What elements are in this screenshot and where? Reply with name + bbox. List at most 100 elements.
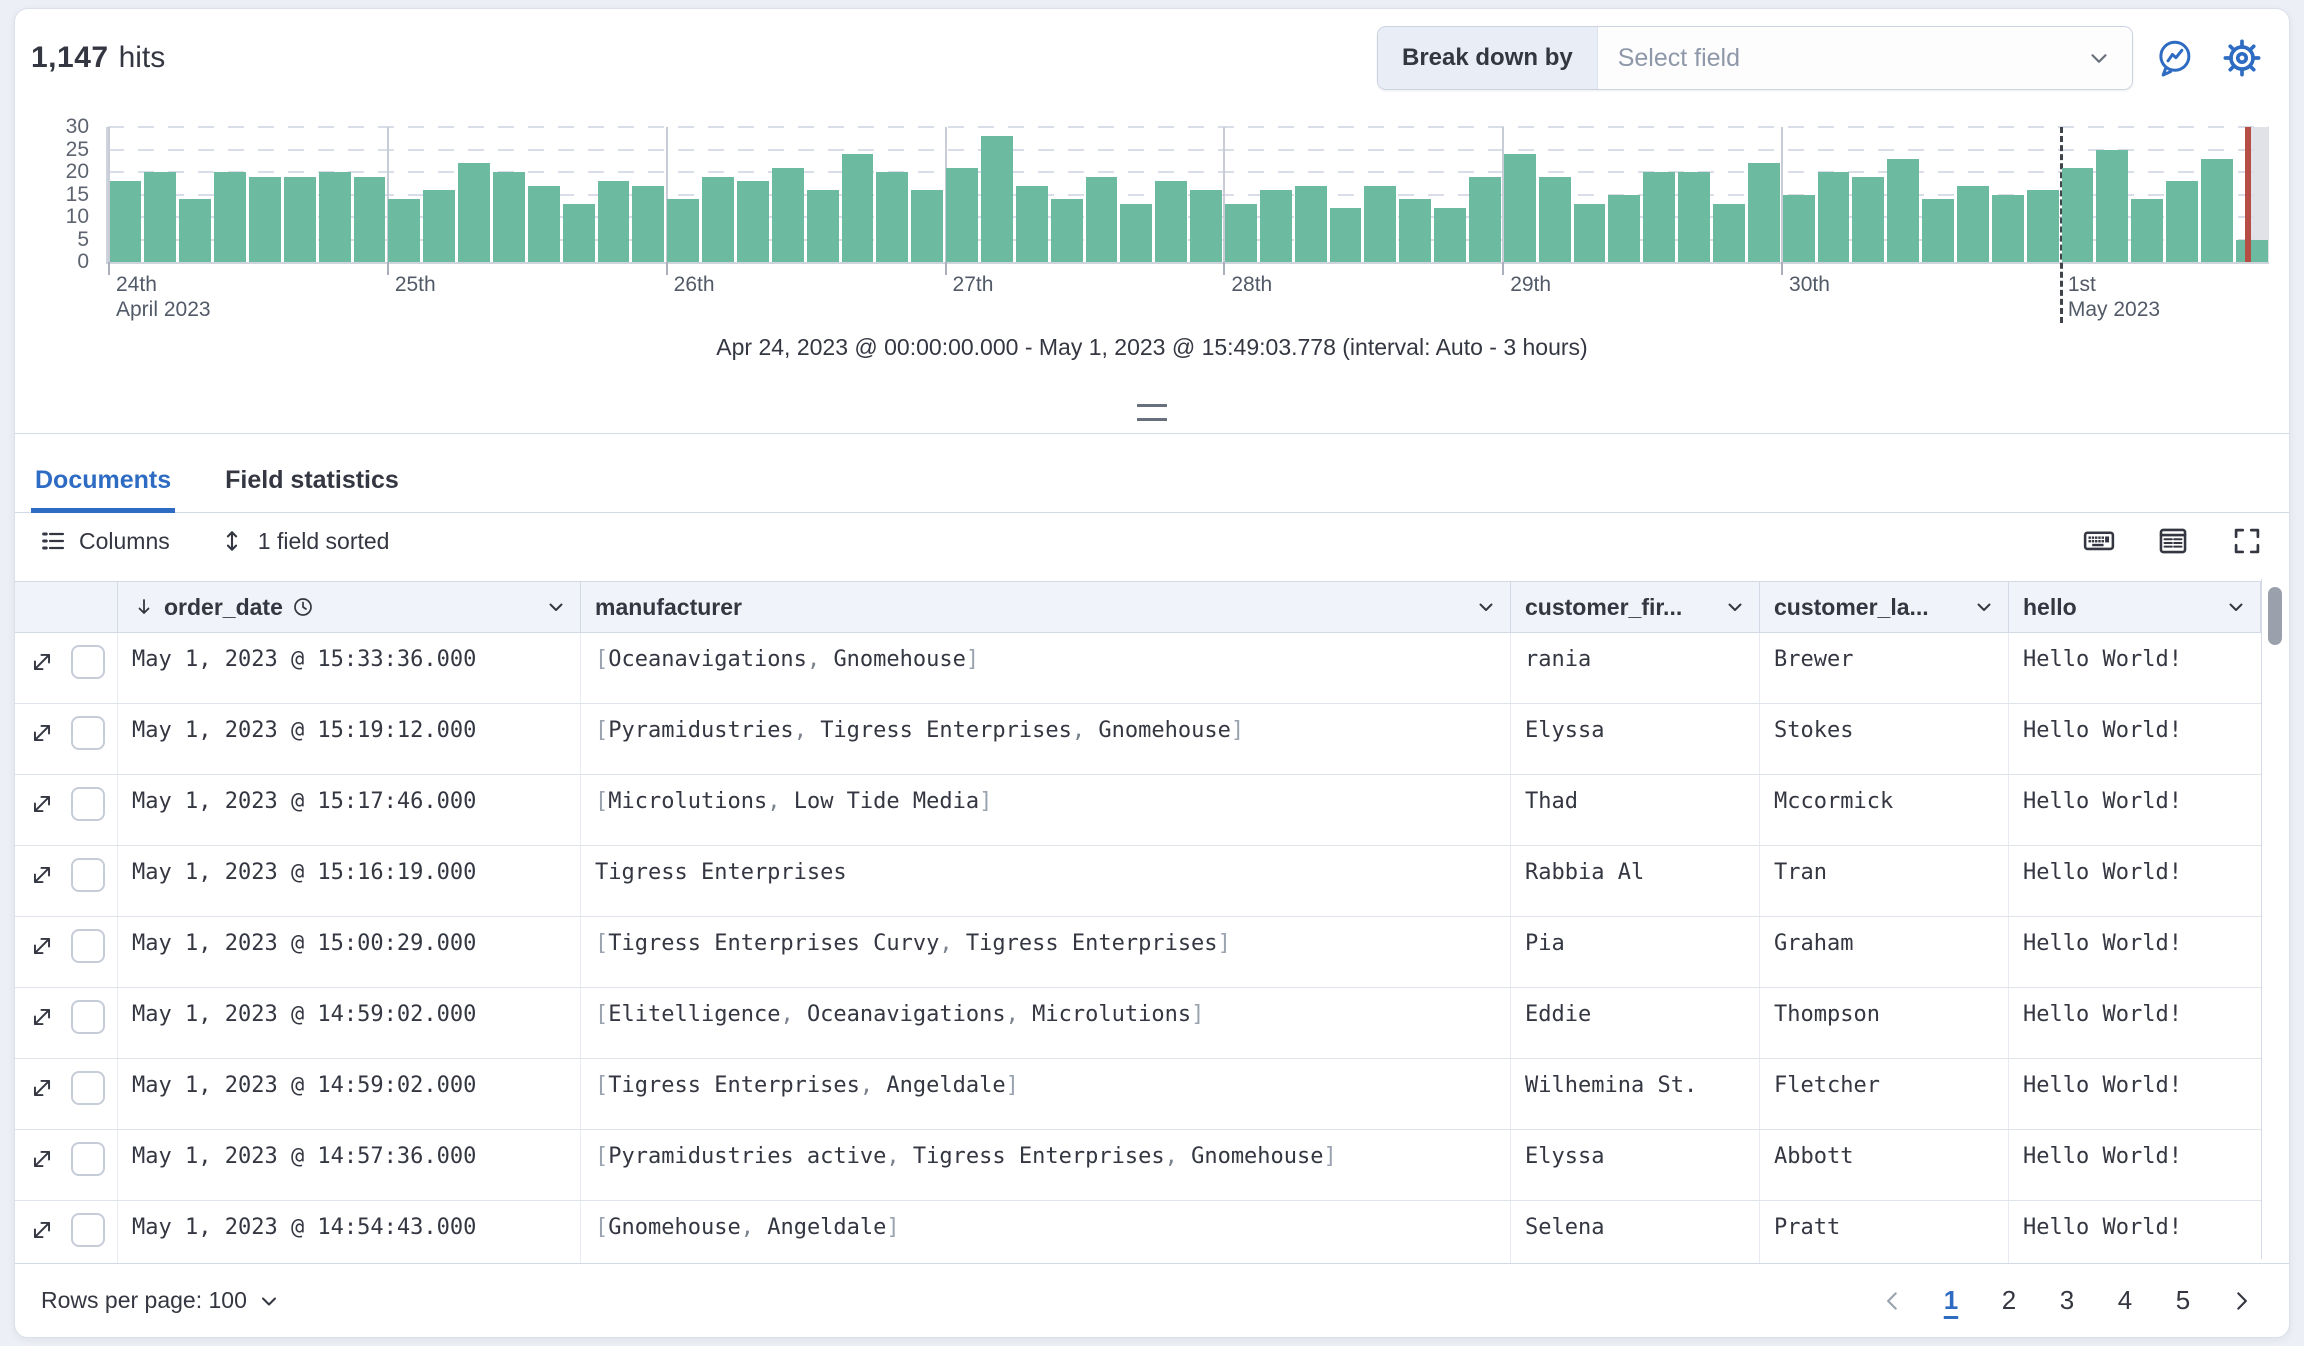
row-checkbox[interactable] bbox=[71, 716, 105, 750]
x-axis-label: 30th bbox=[1789, 272, 1830, 297]
expand-icon bbox=[29, 1217, 55, 1243]
histogram-bar bbox=[2062, 168, 2094, 263]
keyboard-shortcuts-button[interactable] bbox=[2077, 521, 2121, 561]
cell-customer-last: Mccormick bbox=[1760, 775, 2009, 845]
histogram-chart: 24thApril 202325th26th27th28th29th30th1s… bbox=[31, 97, 2269, 322]
column-header-customer_first[interactable]: customer_fir... bbox=[1511, 582, 1760, 632]
cell-manufacturer: [Oceanavigations, Gnomehouse] bbox=[581, 633, 1511, 703]
page-button-4[interactable]: 4 bbox=[2103, 1279, 2147, 1323]
fullscreen-button[interactable] bbox=[2225, 521, 2269, 561]
histogram-bar bbox=[632, 186, 664, 263]
cell-customer-first: Thad bbox=[1511, 775, 1760, 845]
expand-document-button[interactable] bbox=[29, 933, 55, 962]
chevron-right-icon bbox=[2228, 1288, 2254, 1314]
grid-toolbar: Columns 1 field sorted bbox=[15, 513, 2289, 569]
chevron-down-icon bbox=[1972, 595, 1996, 619]
histogram-bar bbox=[876, 172, 908, 262]
page-button-5[interactable]: 5 bbox=[2161, 1279, 2205, 1323]
histogram-bar bbox=[2096, 150, 2128, 263]
chevron-down-icon bbox=[257, 1289, 281, 1313]
histogram-bar bbox=[1643, 172, 1675, 262]
histogram-bar bbox=[1260, 190, 1292, 262]
rows-per-page-button[interactable]: Rows per page: 100 bbox=[41, 1287, 281, 1314]
cell-manufacturer: [Elitelligence, Oceanavigations, Microlu… bbox=[581, 988, 1511, 1058]
table-row: May 1, 2023 @ 14:59:02.000[Tigress Enter… bbox=[15, 1059, 2289, 1130]
hits-count: 1,147hits bbox=[31, 41, 165, 75]
column-header-customer_last[interactable]: customer_la... bbox=[1760, 582, 2009, 632]
histogram-bar bbox=[1957, 186, 1989, 263]
row-checkbox[interactable] bbox=[71, 1000, 105, 1034]
previous-page-button[interactable] bbox=[1871, 1279, 1915, 1323]
row-controls-cell bbox=[15, 846, 118, 916]
histogram-bar bbox=[1051, 199, 1083, 262]
expand-document-button[interactable] bbox=[29, 1217, 55, 1246]
sort-fields-button[interactable]: 1 field sorted bbox=[218, 527, 390, 555]
chevron-down-icon bbox=[1723, 595, 1747, 619]
histogram-plot[interactable]: 24thApril 202325th26th27th28th29th30th1s… bbox=[106, 127, 2269, 264]
breakdown-label: Break down by bbox=[1378, 27, 1598, 89]
histogram-bar bbox=[946, 168, 978, 263]
breakdown-select[interactable]: Select field bbox=[1598, 27, 2132, 89]
histogram-bar bbox=[1678, 172, 1710, 262]
histogram-bar bbox=[1783, 195, 1815, 263]
cell-manufacturer: [Microlutions, Low Tide Media] bbox=[581, 775, 1511, 845]
row-checkbox[interactable] bbox=[71, 645, 105, 679]
row-checkbox[interactable] bbox=[71, 858, 105, 892]
column-header-order_date[interactable]: order_date bbox=[118, 582, 581, 632]
histogram-bar bbox=[1330, 208, 1362, 262]
cell-hello: Hello World! bbox=[2009, 1130, 2261, 1200]
column-label: hello bbox=[2023, 594, 2077, 621]
sort-updown-icon bbox=[218, 527, 246, 555]
expand-document-button[interactable] bbox=[29, 649, 55, 678]
row-checkbox[interactable] bbox=[71, 1213, 105, 1247]
expand-document-button[interactable] bbox=[29, 791, 55, 820]
histogram-bar bbox=[1504, 154, 1536, 262]
current-time-marker bbox=[2245, 127, 2251, 262]
page-button-3[interactable]: 3 bbox=[2045, 1279, 2089, 1323]
expand-document-button[interactable] bbox=[29, 1146, 55, 1175]
cell-manufacturer: [Pyramidustries active, Tigress Enterpri… bbox=[581, 1130, 1511, 1200]
tab-documents[interactable]: Documents bbox=[31, 448, 175, 512]
row-controls-cell bbox=[15, 917, 118, 987]
panel-resize-handle[interactable] bbox=[1137, 404, 1167, 421]
table-row: May 1, 2023 @ 14:54:43.000[Gnomehouse, A… bbox=[15, 1201, 2289, 1272]
histogram-bar bbox=[1364, 186, 1396, 263]
expand-document-button[interactable] bbox=[29, 1075, 55, 1104]
row-checkbox[interactable] bbox=[71, 1071, 105, 1105]
histogram-bar bbox=[2236, 240, 2268, 263]
row-checkbox[interactable] bbox=[71, 929, 105, 963]
hits-label: hits bbox=[119, 41, 166, 74]
y-axis-label: 15 bbox=[31, 182, 89, 208]
chart-options-button[interactable] bbox=[2215, 31, 2269, 85]
edit-visualization-button[interactable] bbox=[2147, 31, 2201, 85]
row-controls-cell bbox=[15, 1130, 118, 1200]
tab-field-statistics[interactable]: Field statistics bbox=[221, 448, 403, 512]
next-page-button[interactable] bbox=[2219, 1279, 2263, 1323]
display-options-button[interactable] bbox=[2151, 521, 2195, 561]
row-controls-cell bbox=[15, 633, 118, 703]
cell-hello: Hello World! bbox=[2009, 775, 2261, 845]
expand-icon bbox=[29, 720, 55, 746]
expand-document-button[interactable] bbox=[29, 1004, 55, 1033]
y-axis-label: 25 bbox=[31, 137, 89, 163]
expand-icon bbox=[29, 862, 55, 888]
chevron-down-icon bbox=[2086, 45, 2112, 71]
page-button-1[interactable]: 1 bbox=[1929, 1279, 1973, 1323]
histogram-bar bbox=[1818, 172, 1850, 262]
histogram-bar bbox=[528, 186, 560, 263]
column-header-manufacturer[interactable]: manufacturer bbox=[581, 582, 1511, 632]
column-header-hello[interactable]: hello bbox=[2009, 582, 2261, 632]
histogram-bar bbox=[2166, 181, 2198, 262]
row-checkbox[interactable] bbox=[71, 1142, 105, 1176]
pagination: 12345 bbox=[1871, 1279, 2263, 1323]
row-checkbox[interactable] bbox=[71, 787, 105, 821]
cell-customer-last: Pratt bbox=[1760, 1201, 2009, 1271]
scrollbar-thumb[interactable] bbox=[2268, 587, 2282, 645]
expand-document-button[interactable] bbox=[29, 720, 55, 749]
expand-document-button[interactable] bbox=[29, 862, 55, 891]
columns-button[interactable]: Columns bbox=[39, 527, 170, 555]
page-button-2[interactable]: 2 bbox=[1987, 1279, 2031, 1323]
row-controls-cell bbox=[15, 704, 118, 774]
column-label: order_date bbox=[164, 594, 283, 621]
row-controls-cell bbox=[15, 775, 118, 845]
